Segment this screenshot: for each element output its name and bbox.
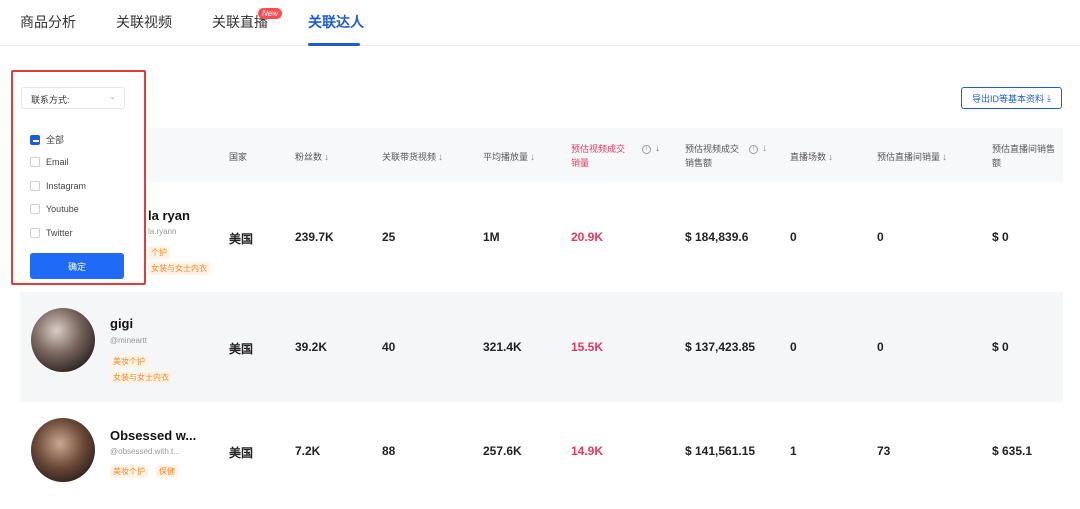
filter-option-twitter[interactable]: Twitter: [30, 228, 73, 238]
contact-filter-dropdown: 联系方式: ⌄ 全部 Email Instagram Youtube Twitt…: [11, 70, 146, 285]
checkbox[interactable]: [30, 157, 40, 167]
header-live-count[interactable]: 直播场数 ↓: [790, 150, 833, 165]
cell-est-gmv: $ 141,561.15: [685, 444, 756, 458]
header-est-video-sales[interactable]: 预估视频成交 i ↓ 销量: [571, 142, 666, 170]
category-tag: 保健: [156, 465, 178, 478]
category-tag: 美妆个护: [110, 355, 148, 368]
header-country: 国家: [229, 152, 248, 162]
table-row[interactable]: gigi @mineartt 美妆个护 女装与女士内衣 美国 39.2K 40 …: [20, 292, 1063, 402]
header-est-live-sales[interactable]: 预估直播间销量 ↓: [877, 150, 947, 165]
checkbox[interactable]: [30, 134, 40, 145]
cell-live-count: 0: [790, 230, 797, 244]
header-est-video-gmv[interactable]: 预估视频成交 i ↓ 销售额: [685, 142, 780, 170]
filter-option-email[interactable]: Email: [30, 157, 69, 167]
info-icon[interactable]: i: [749, 145, 758, 154]
tab-related-influencers[interactable]: 关联达人: [308, 12, 364, 32]
confirm-button[interactable]: 确定: [30, 253, 124, 279]
table-row[interactable]: la ryan la.ryann 个护 女装与女士内衣 美国 239.7K 25…: [20, 182, 1063, 292]
influencer-name[interactable]: Obsessed w...: [110, 428, 196, 443]
influencer-handle: @obsessed.with.t...: [110, 447, 180, 456]
contact-method-select[interactable]: 联系方式: ⌄: [21, 87, 125, 109]
cell-videos: 25: [382, 230, 396, 244]
cell-live-gmv: $ 0: [992, 230, 1009, 244]
cell-country: 美国: [229, 232, 254, 246]
avatar[interactable]: [31, 308, 95, 372]
export-button[interactable]: 导出ID等基本资料 ⤓: [961, 87, 1062, 109]
sort-arrow-icon: ↓: [530, 152, 536, 163]
sort-arrow-icon: ↓: [942, 152, 948, 163]
filter-option-youtube[interactable]: Youtube: [30, 204, 79, 214]
new-badge: New: [258, 8, 283, 19]
sort-arrow-icon: ↓: [438, 152, 444, 163]
cell-live-gmv: $ 635.1: [992, 444, 1033, 458]
influencer-name[interactable]: gigi: [110, 316, 133, 331]
table-header: 国家 粉丝数 ↓ 关联带货视频 ↓ 平均播放量 ↓ 预估视频成交 i ↓ 销量 预估视…: [20, 128, 1063, 182]
table-row[interactable]: Obsessed w... @obsessed.with.t... 美妆个护 保…: [20, 402, 1063, 502]
cell-live-count: 0: [790, 340, 797, 354]
cell-videos: 40: [382, 340, 396, 354]
influencer-handle: @mineartt: [110, 336, 148, 345]
cell-fans: 39.2K: [295, 340, 328, 354]
checkbox[interactable]: [30, 204, 40, 214]
info-icon[interactable]: i: [642, 145, 651, 154]
cell-est-sales: 15.5K: [571, 340, 604, 354]
chevron-down-icon: ⌄: [109, 92, 116, 101]
category-tag: 个护: [148, 246, 170, 259]
sort-arrow-icon: ↓: [828, 152, 834, 163]
cell-avg-views: 257.6K: [483, 444, 522, 458]
checkbox[interactable]: [30, 228, 40, 238]
export-button-label: 导出ID等基本资料: [972, 93, 1045, 104]
influencer-table: 国家 粉丝数 ↓ 关联带货视频 ↓ 平均播放量 ↓ 预估视频成交 i ↓ 销量 预估视…: [20, 128, 1063, 509]
select-label: 联系方式:: [31, 95, 70, 105]
cell-est-sales: 14.9K: [571, 444, 604, 458]
cell-country: 美国: [229, 342, 254, 356]
cell-est-gmv: $ 184,839.6: [685, 230, 749, 244]
cell-est-sales: 20.9K: [571, 230, 604, 244]
cell-country: 美国: [229, 446, 254, 460]
cell-videos: 88: [382, 444, 396, 458]
sort-arrow-icon: ↓: [324, 152, 330, 163]
sort-arrow-icon: ↓: [762, 143, 767, 154]
influencer-name[interactable]: la ryan: [148, 208, 190, 223]
header-videos[interactable]: 关联带货视频 ↓: [382, 150, 443, 165]
tab-related-videos[interactable]: 关联视频: [116, 12, 172, 32]
cell-live-sales: 0: [877, 340, 884, 354]
cell-fans: 239.7K: [295, 230, 334, 244]
header-avg-views[interactable]: 平均播放量 ↓: [483, 150, 535, 165]
cell-live-count: 1: [790, 444, 797, 458]
top-tabs: 商品分析 关联视频 关联直播 New 关联达人: [0, 0, 1080, 46]
cell-avg-views: 321.4K: [483, 340, 522, 354]
header-est-live-gmv[interactable]: 预估直播间销售 额: [992, 142, 1062, 170]
cell-live-sales: 0: [877, 230, 884, 244]
checkbox[interactable]: [30, 181, 40, 191]
category-tag: 女装与女士内衣: [148, 262, 210, 275]
category-tag: 美妆个护: [110, 465, 148, 478]
filter-option-instagram[interactable]: Instagram: [30, 181, 86, 191]
download-icon: ⤓: [1047, 92, 1051, 103]
active-tab-indicator: [308, 43, 360, 46]
cell-avg-views: 1M: [483, 230, 500, 244]
filter-option-all[interactable]: 全部: [30, 133, 64, 146]
cell-fans: 7.2K: [295, 444, 321, 458]
cell-est-gmv: $ 137,423.85: [685, 340, 756, 354]
avatar[interactable]: [31, 418, 95, 482]
category-tag: 女装与女士内衣: [110, 371, 172, 384]
cell-live-gmv: $ 0: [992, 340, 1009, 354]
sort-arrow-icon: ↓: [655, 143, 660, 154]
cell-live-sales: 73: [877, 444, 891, 458]
influencer-handle: la.ryann: [148, 227, 177, 236]
header-fans[interactable]: 粉丝数 ↓: [295, 150, 329, 165]
tab-product-analysis[interactable]: 商品分析: [20, 12, 76, 32]
